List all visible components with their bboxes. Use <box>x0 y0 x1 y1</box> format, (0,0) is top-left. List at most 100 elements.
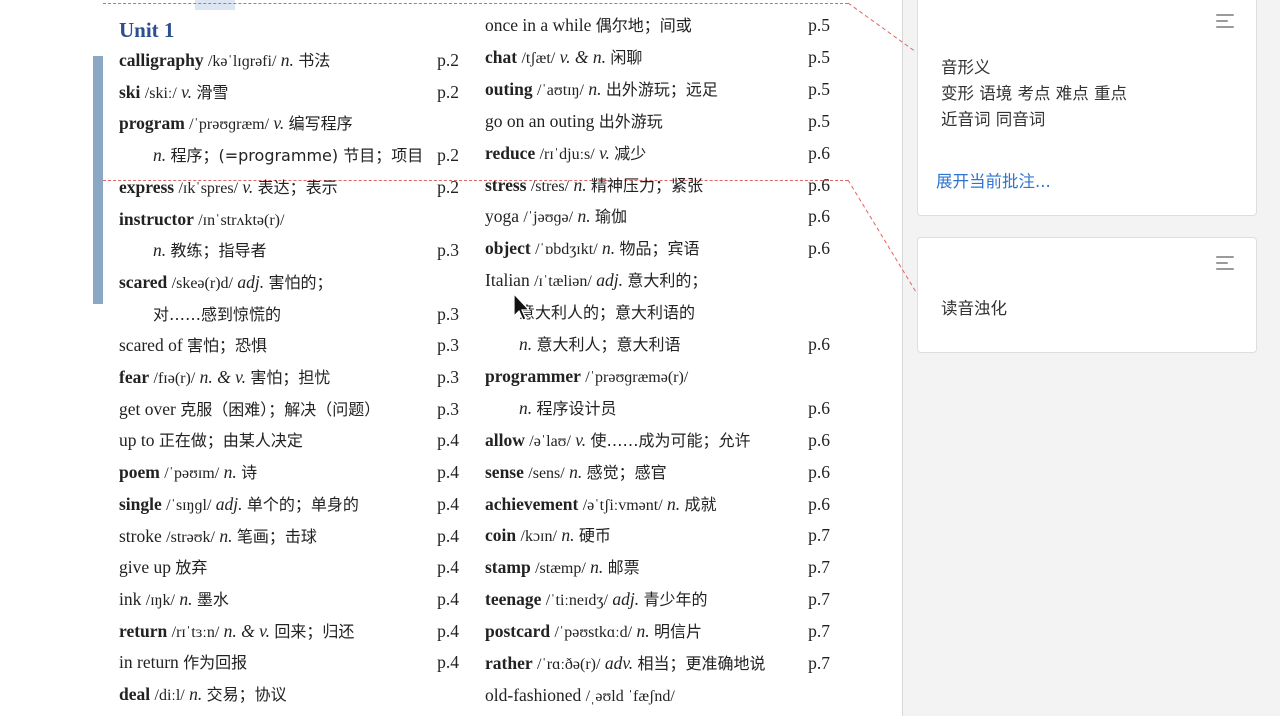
phonetic: /ɪŋk/ <box>145 591 175 609</box>
vocab-entry: get over 克服（困难）；解决（问题） p.3 <box>119 394 459 424</box>
part-of-speech: n. <box>667 493 681 514</box>
comment-menu-icon[interactable] <box>1216 14 1234 30</box>
chinese-definition: 成就 <box>684 494 717 514</box>
vocab-entry: stress /stres/ n. 精神压力；紧张 p.6 <box>485 170 830 200</box>
chinese-definition: 邮票 <box>607 558 640 578</box>
phonetic: /diːl/ <box>154 687 185 704</box>
comment-line: 读音浊化 <box>941 299 1007 318</box>
vocab-entry: object /ˈɒbdʒɪkt/ n. 物品；宾语 p.6 <box>485 233 830 263</box>
vocab-entry: 意大利人的；意大利语的 <box>485 297 830 327</box>
vocab-entry: n. 程序设计员 p.6 <box>485 393 830 423</box>
vocab-entry: reduce /rɪˈdjuːs/ v. 减少 p.6 <box>485 138 830 168</box>
chinese-definition: 对……感到惊慌的 <box>153 304 282 324</box>
chinese-definition: 滑雪 <box>196 82 229 102</box>
chinese-definition: 精神压力；紧张 <box>590 175 703 195</box>
vocab-entry: scared /skeə(r)d/ adj. 害怕的； <box>119 267 459 297</box>
phonetic: /fɪə(r)/ <box>153 370 196 387</box>
vocab-entry: achievement /əˈtʃiːvmənt/ n. 成就 p.6 <box>485 489 830 519</box>
phonetic: /ˈprəʊɡræm/ <box>189 116 270 134</box>
page-reference: p.7 <box>808 557 830 578</box>
chinese-definition: 正在做；由某人决定 <box>158 431 303 451</box>
part-of-speech: n. <box>519 397 533 418</box>
vocab-entry: go on an outing 出外游玩 p.5 <box>485 106 830 136</box>
page-reference: p.6 <box>808 429 830 450</box>
page-reference: p.3 <box>437 240 459 261</box>
chinese-definition: 单个的；单身的 <box>246 494 359 514</box>
phonetic: /ˈaʊtɪŋ/ <box>537 81 584 99</box>
vocab-entry: express /ɪkˈspres/ v. 表达；表示 p.2 <box>119 172 459 202</box>
expand-comment-link[interactable]: 展开当前批注... <box>936 168 1051 192</box>
part-of-speech: v. <box>181 81 193 102</box>
part-of-speech: n. <box>588 78 602 99</box>
chinese-definition: 程序；(=programme) 节目；项目 <box>170 146 424 166</box>
page-reference: p.7 <box>808 525 830 546</box>
unit-title: Unit 1 <box>119 18 175 42</box>
phonetic: /ɪnˈstrʌktə(r)/ <box>198 211 285 229</box>
part-of-speech: n. <box>189 684 203 704</box>
page-reference: p.3 <box>437 303 459 324</box>
phonetic: /əˈlaʊ/ <box>529 432 571 450</box>
headword: achievement <box>485 493 579 514</box>
headword: allow <box>485 429 525 450</box>
chinese-definition: 墨水 <box>196 589 229 609</box>
headword: stamp <box>485 557 531 578</box>
chinese-definition: 减少 <box>614 143 647 163</box>
headword: sense <box>485 461 524 482</box>
headword: scared <box>119 271 168 292</box>
phonetic: /stres/ <box>530 177 570 195</box>
chinese-definition: 书法 <box>298 51 331 70</box>
top-tab-marker <box>195 0 235 10</box>
part-of-speech: adj. <box>612 589 640 610</box>
comment-card-2[interactable]: 读音浊化 <box>917 237 1257 353</box>
headword: program <box>119 113 185 134</box>
mouse-cursor-icon <box>513 292 531 321</box>
chinese-definition: 作为回报 <box>183 653 248 673</box>
vocab-entry: n. 程序；(=programme) 节目；项目 p.2 <box>119 140 459 170</box>
headword: ski <box>119 81 141 102</box>
vocab-entry: once in a while 偶尔地；间或 p.5 <box>485 10 830 40</box>
headword: chat <box>485 46 518 67</box>
page-reference: p.6 <box>808 174 830 195</box>
comment-line: 变形 语境 考点 难点 重点 <box>941 84 1127 103</box>
headword: coin <box>485 525 517 546</box>
vocab-entry: deal /diːl/ n. 交易；协议 <box>119 679 459 709</box>
vocab-entry: fear /fɪə(r)/ n. & v. 害怕；担忧 p.3 <box>119 362 459 392</box>
page-reference: p.2 <box>437 50 459 70</box>
phonetic: /ɪˈtæliən/ <box>534 273 592 291</box>
page-reference: p.4 <box>437 557 459 578</box>
page-reference: p.5 <box>808 78 830 99</box>
chinese-definition: 物品；宾语 <box>619 239 700 259</box>
headword: calligraphy <box>119 50 204 70</box>
document-page[interactable]: Unit 1 calligraphy /kəˈlɪɡrəfi/ n. 书法 p.2… <box>0 0 903 716</box>
vocab-entry: up to 正在做；由某人决定 p.4 <box>119 425 459 455</box>
page-reference: p.6 <box>808 206 830 227</box>
page-reference: p.4 <box>437 430 459 451</box>
page-reference: p.5 <box>808 110 830 131</box>
part-of-speech: n. <box>153 240 167 261</box>
page-reference: p.4 <box>437 525 459 546</box>
vocab-entry: outing /ˈaʊtɪŋ/ n. 出外游玩；远足 p.5 <box>485 74 830 104</box>
chinese-definition: 偶尔地；间或 <box>595 16 692 35</box>
chinese-definition: 交易；协议 <box>206 685 287 704</box>
chinese-definition: 放弃 <box>175 558 208 578</box>
phonetic: /ˌəʊld ˈfæʃnd/ <box>585 687 675 705</box>
phrase: go on an outing <box>485 110 595 131</box>
page-reference: p.4 <box>437 652 459 673</box>
vocab-entry: in return 作为回报 p.4 <box>119 647 459 677</box>
part-of-speech: adv. <box>604 653 634 673</box>
vocab-entry: allow /əˈlaʊ/ v. 使……成为可能；允许 p.6 <box>485 425 830 455</box>
vocab-entry: poem /ˈpəʊɪm/ n. 诗 p.4 <box>119 457 459 487</box>
phrase: give up <box>119 557 172 578</box>
phonetic: /stæmp/ <box>535 560 586 578</box>
comment-card-1[interactable]: 音形义 变形 语境 考点 难点 重点 近音词 同音词 展开当前批注... <box>917 0 1257 216</box>
comment-menu-icon[interactable] <box>1216 256 1234 272</box>
page-reference: p.6 <box>808 493 830 514</box>
phrase: in return <box>119 652 179 673</box>
vocab-entry: give up 放弃 p.4 <box>119 552 459 582</box>
vocab-entry: stroke /strəʊk/ n. 笔画；击球 p.4 <box>119 521 459 551</box>
vocab-entry: yoga /ˈjəʊɡə/ n. 瑜伽 p.6 <box>485 201 830 231</box>
part-of-speech: n. <box>636 621 650 642</box>
part-of-speech: n. <box>280 50 294 70</box>
part-of-speech: n. <box>153 145 167 166</box>
part-of-speech: n. <box>577 206 591 227</box>
